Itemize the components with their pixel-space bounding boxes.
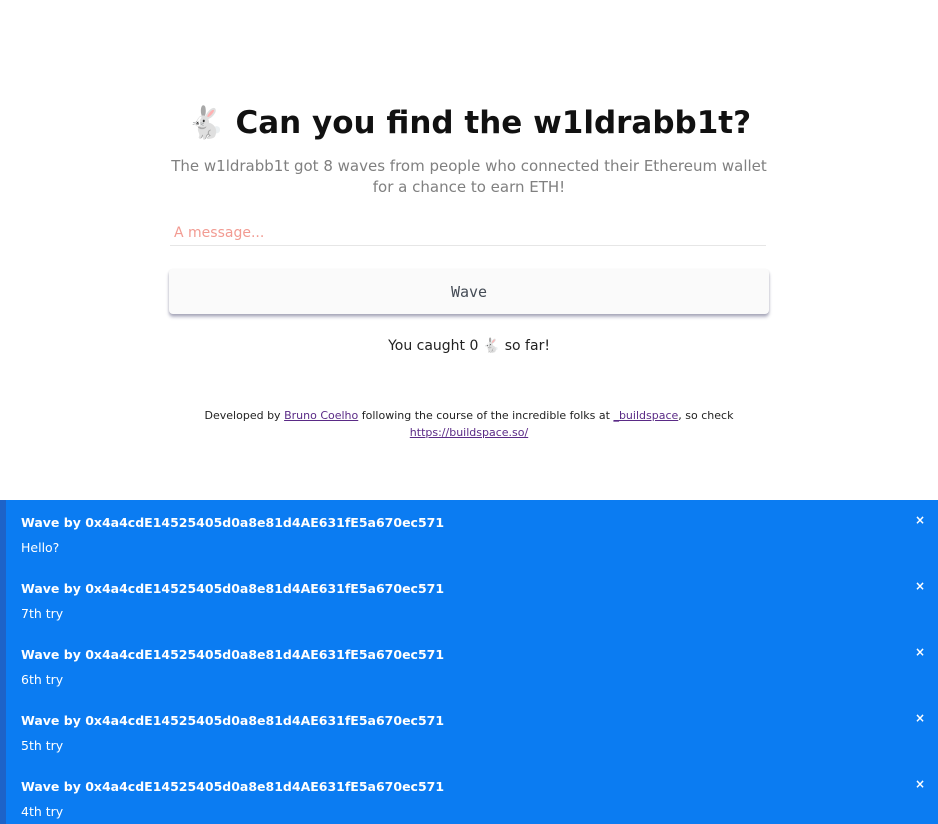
caught-prefix: You caught 0: [388, 338, 479, 354]
close-icon[interactable]: ×: [915, 645, 925, 659]
page: 🐇 Can you find the w1ldrabb1t? The w1ldra…: [0, 0, 938, 824]
footer-text-2: following the course of the incredible f…: [358, 409, 614, 422]
buildspace-link[interactable]: _buildspace: [613, 409, 678, 422]
wave-item: Wave by 0x4a4cdE14525405d0a8e81d4AE631fE…: [0, 566, 938, 632]
wave-message: 5th try: [21, 738, 64, 753]
wave-sender: Wave by 0x4a4cdE14525405d0a8e81d4AE631fE…: [21, 647, 445, 662]
page-title-text: Can you find the w1ldrabb1t?: [235, 105, 752, 141]
wave-item-accent: [0, 500, 6, 566]
rabbit-icon: 🐇: [482, 338, 501, 354]
waves-list: Wave by 0x4a4cdE14525405d0a8e81d4AE631fE…: [0, 500, 938, 824]
close-icon[interactable]: ×: [915, 513, 925, 527]
wave-item-accent: [0, 632, 6, 698]
close-icon[interactable]: ×: [915, 711, 925, 725]
wave-item: Wave by 0x4a4cdE14525405d0a8e81d4AE631fE…: [0, 698, 938, 764]
header: 🐇 Can you find the w1ldrabb1t? The w1ldra…: [0, 100, 938, 198]
wave-sender: Wave by 0x4a4cdE14525405d0a8e81d4AE631fE…: [21, 515, 445, 530]
wave-button[interactable]: Wave: [169, 269, 769, 314]
wave-item: Wave by 0x4a4cdE14525405d0a8e81d4AE631fE…: [0, 500, 938, 566]
caught-counter: You caught 0 🐇 so far!: [0, 338, 938, 354]
wave-item-accent: [0, 764, 6, 824]
wave-sender: Wave by 0x4a4cdE14525405d0a8e81d4AE631fE…: [21, 713, 445, 728]
page-title: 🐇 Can you find the w1ldrabb1t?: [0, 100, 938, 146]
wave-sender: Wave by 0x4a4cdE14525405d0a8e81d4AE631fE…: [21, 779, 445, 794]
close-icon[interactable]: ×: [915, 579, 925, 593]
caught-suffix: so far!: [504, 338, 550, 354]
wave-message: 6th try: [21, 672, 64, 687]
wave-sender: Wave by 0x4a4cdE14525405d0a8e81d4AE631fE…: [21, 581, 445, 596]
rabbit-icon: 🐇: [186, 105, 226, 141]
wave-item: Wave by 0x4a4cdE14525405d0a8e81d4AE631fE…: [0, 764, 938, 824]
wave-item-accent: [0, 566, 6, 632]
wave-item-accent: [0, 698, 6, 764]
subtitle: The w1ldrabb1t got 8 waves from people w…: [171, 157, 767, 196]
wave-item: Wave by 0x4a4cdE14525405d0a8e81d4AE631fE…: [0, 632, 938, 698]
wave-message: 4th try: [21, 804, 64, 819]
buildspace-url-link[interactable]: https://buildspace.so/: [410, 426, 528, 439]
footer-text-3: , so check: [678, 409, 734, 422]
wave-message: 7th try: [21, 606, 64, 621]
author-link[interactable]: Bruno Coelho: [284, 409, 358, 422]
footer-text-1: Developed by: [204, 409, 285, 422]
message-input[interactable]: [170, 220, 766, 246]
wave-message: Hello?: [21, 540, 60, 555]
footer: Developed by Bruno Coelho following the …: [200, 407, 738, 441]
close-icon[interactable]: ×: [915, 777, 925, 791]
